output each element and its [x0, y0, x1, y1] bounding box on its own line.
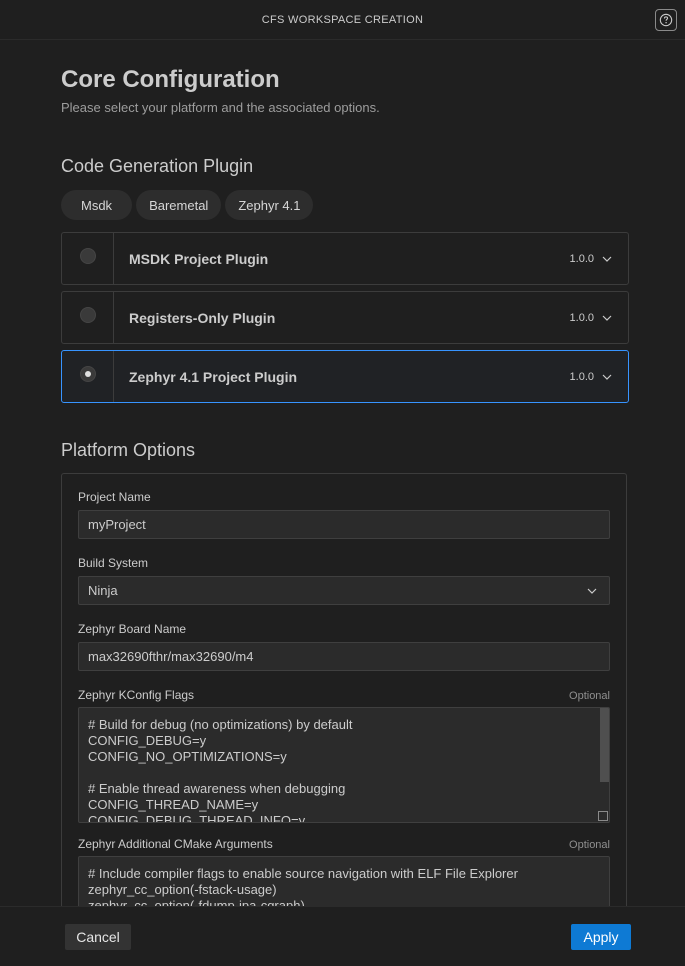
code-line: CONFIG_NO_OPTIMIZATIONS=y — [88, 749, 287, 764]
code-line: CONFIG_THREAD_NAME=y — [88, 797, 259, 812]
cancel-button[interactable]: Cancel — [65, 924, 131, 950]
plugin-name: MSDK Project Plugin — [129, 250, 269, 267]
field-label-row: Zephyr Additional CMake Arguments Option… — [78, 837, 610, 851]
code-line: zephyr_cc_option(-fdump-ipa-cgraph) — [88, 898, 305, 906]
chip-zephyr[interactable]: Zephyr 4.1 — [225, 190, 314, 220]
kconfig-textarea[interactable]: # Build for debug (no optimizations) by … — [78, 707, 610, 823]
resize-handle[interactable] — [598, 811, 608, 821]
project-name-label: Project Name — [78, 490, 151, 504]
cmake-optional-tag: Optional — [569, 839, 610, 851]
build-system-value: Ninja — [88, 583, 118, 598]
version-dropdown[interactable] — [600, 351, 614, 402]
textarea-scrollbar[interactable] — [600, 708, 609, 782]
main-content: Core Configuration Please select your pl… — [61, 40, 629, 906]
project-name-value: myProject — [88, 517, 146, 532]
code-line: # Enable thread awareness when debugging — [88, 781, 346, 796]
board-name-value: max32690fthr/max32690/m4 — [88, 649, 254, 664]
code-line: CONFIG_DEBUG=y — [88, 733, 207, 748]
title-bar: CFS WORKSPACE CREATION — [0, 0, 685, 40]
plugin-name: Registers-Only Plugin — [129, 309, 276, 326]
plugin-version: 1.0.0 — [569, 311, 594, 324]
radio-selected-dot — [84, 370, 91, 377]
build-system-select[interactable]: Ninja — [78, 576, 610, 605]
platform-options-panel: Project Name myProject Build System Ninj… — [61, 473, 627, 906]
code-line: # Include compiler flags to enable sourc… — [88, 866, 518, 881]
field-label-row: Zephyr Board Name — [78, 622, 610, 636]
board-name-input[interactable]: max32690fthr/max32690/m4 — [78, 642, 610, 671]
page-title: Core Configuration — [61, 66, 280, 93]
kconfig-label: Zephyr KConfig Flags — [78, 688, 195, 702]
chevron-down-icon — [602, 256, 612, 262]
field-label-row: Project Name — [78, 490, 610, 504]
radio-cell — [62, 292, 114, 343]
version-dropdown[interactable] — [600, 292, 614, 343]
radio-cell — [62, 351, 114, 402]
chevron-down-icon — [602, 315, 612, 321]
plugin-radio-registers-only[interactable] — [79, 306, 96, 323]
cmake-label: Zephyr Additional CMake Arguments — [78, 837, 273, 851]
cmake-textarea[interactable]: # Include compiler flags to enable sourc… — [78, 856, 610, 906]
plugin-item-zephyr[interactable]: Zephyr 4.1 Project Plugin 1.0.0 — [61, 350, 629, 403]
project-name-input[interactable]: myProject — [78, 510, 610, 539]
window-title: CFS WORKSPACE CREATION — [261, 13, 424, 26]
plugin-list: MSDK Project Plugin 1.0.0 Registers-Only… — [61, 232, 629, 403]
select-chevron — [585, 584, 599, 598]
plugin-radio-zephyr[interactable] — [79, 365, 96, 382]
board-name-label: Zephyr Board Name — [78, 622, 187, 636]
field-label-row: Zephyr KConfig Flags Optional — [78, 688, 610, 702]
code-line: CONFIG_DEBUG_THREAD_INFO=y — [88, 813, 306, 823]
version-dropdown[interactable] — [600, 233, 614, 284]
plugin-item-registers-only[interactable]: Registers-Only Plugin 1.0.0 — [61, 291, 629, 344]
chevron-down-icon — [587, 588, 597, 594]
platform-filter-chips: Msdk Baremetal Zephyr 4.1 — [61, 190, 629, 220]
code-line: # Build for debug (no optimizations) by … — [88, 717, 353, 732]
apply-button[interactable]: Apply — [571, 924, 631, 950]
plugin-version: 1.0.0 — [569, 370, 594, 383]
help-icon — [659, 13, 673, 27]
footer-bar: Cancel Apply — [0, 906, 685, 966]
plugin-version: 1.0.0 — [569, 252, 594, 265]
plugin-item-msdk[interactable]: MSDK Project Plugin 1.0.0 — [61, 232, 629, 285]
plugin-name: Zephyr 4.1 Project Plugin — [129, 368, 298, 385]
code-generation-title: Code Generation Plugin — [61, 156, 254, 176]
radio-cell — [62, 233, 114, 284]
page-subtitle: Please select your platform and the asso… — [61, 100, 380, 115]
kconfig-optional-tag: Optional — [569, 690, 610, 702]
chevron-down-icon — [602, 374, 612, 380]
plugin-radio-msdk[interactable] — [79, 247, 96, 264]
chip-baremetal[interactable]: Baremetal — [136, 190, 222, 220]
field-label-row: Build System — [78, 556, 610, 570]
chip-msdk[interactable]: Msdk — [61, 190, 133, 220]
code-line: zephyr_cc_option(-fstack-usage) — [88, 882, 277, 897]
platform-options-title: Platform Options — [61, 440, 196, 460]
help-button[interactable] — [655, 9, 677, 31]
build-system-label: Build System — [78, 556, 149, 570]
